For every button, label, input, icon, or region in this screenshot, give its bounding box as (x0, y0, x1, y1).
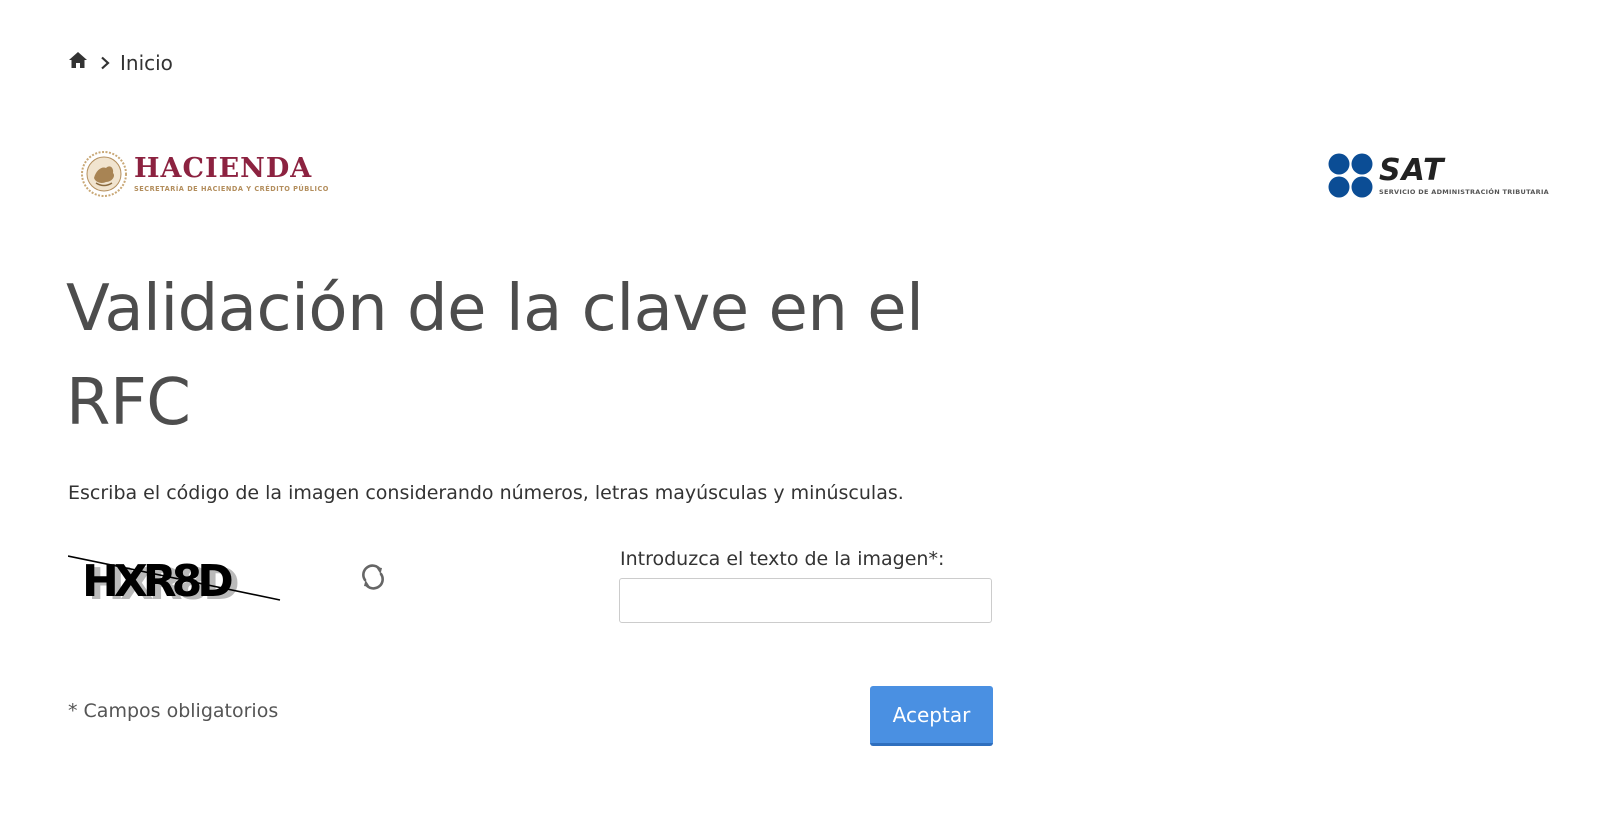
captcha-input[interactable] (619, 578, 992, 623)
sat-subtitle: SERVICIO DE ADMINISTRACIÓN TRIBUTARIA (1379, 188, 1549, 196)
captcha-image: HXR8D HXR8D (68, 555, 281, 608)
home-icon (69, 52, 87, 68)
sat-logo: SAT SERVICIO DE ADMINISTRACIÓN TRIBUTARI… (1327, 152, 1549, 200)
hacienda-logo: HACIENDA SECRETARÍA DE HACIENDA Y CRÉDIT… (80, 150, 329, 198)
captcha-input-label: Introduzca el texto de la imagen*: (620, 548, 945, 570)
chevron-right-icon (101, 56, 110, 69)
breadcrumb-item-inicio[interactable]: Inicio (120, 51, 173, 75)
eagle-seal-icon (81, 151, 127, 197)
page: Inicio HACIENDA SECRETARÍA DE HACIENDA Y… (0, 0, 1600, 817)
page-title: Validación de la clave en el RFC (66, 272, 924, 440)
home-link[interactable] (68, 50, 88, 75)
instructions-text: Escriba el código de la imagen considera… (68, 482, 904, 504)
hacienda-title: HACIENDA (134, 153, 313, 184)
accept-button[interactable]: Aceptar (870, 686, 993, 746)
required-fields-note: * Campos obligatorios (68, 700, 279, 722)
sat-dots-icon (1328, 153, 1373, 198)
breadcrumb: Inicio (68, 50, 173, 75)
refresh-icon[interactable] (356, 560, 390, 594)
hacienda-subtitle: SECRETARÍA DE HACIENDA Y CRÉDITO PÚBLICO (134, 185, 329, 193)
sat-title: SAT (1379, 153, 1445, 188)
